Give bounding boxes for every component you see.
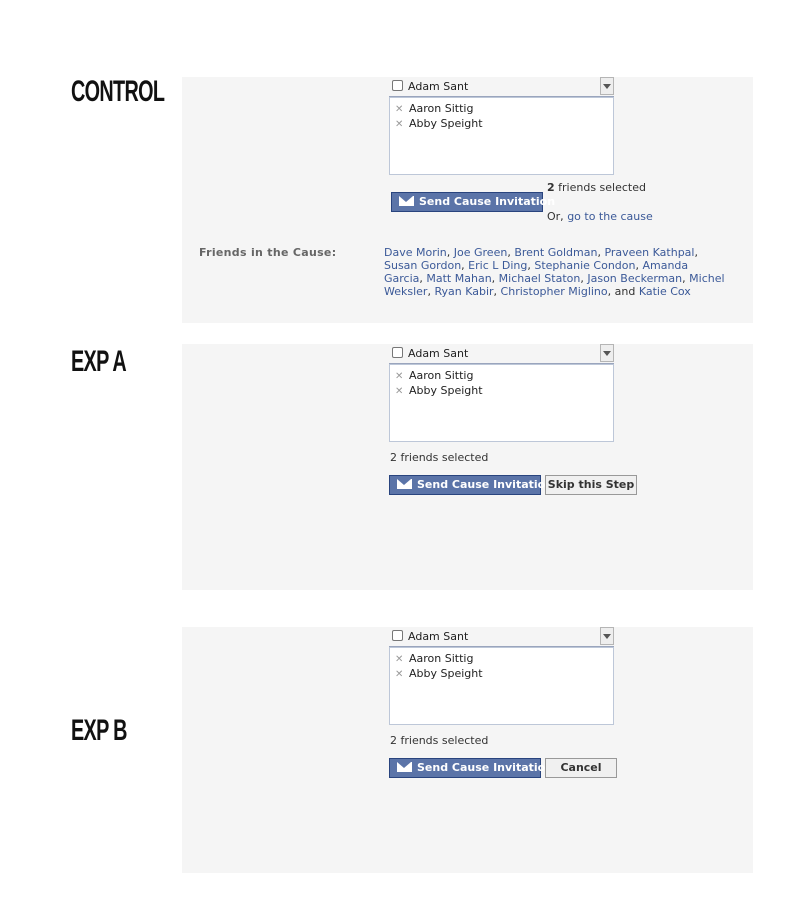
friends-in-cause-list: Dave Morin, Joe Green, Brent Goldman, Pr… [384, 246, 725, 298]
friend-link[interactable]: Eric L Ding [468, 259, 527, 272]
friends-selected-count: 2 friends selected [547, 181, 646, 194]
checkbox-icon[interactable] [392, 630, 403, 641]
variant-label-exp-a: EXP A [71, 345, 127, 378]
friend-selector: Adam Sant ✕ Aaron Sittig ✕ Abby Speight [389, 77, 614, 175]
friends-in-cause-label: Friends in the Cause: [199, 246, 337, 259]
friends-selected-count: 2 friends selected [390, 451, 489, 464]
and-word: and [614, 285, 636, 298]
list-item: ✕ Aaron Sittig [390, 101, 613, 116]
envelope-icon [397, 762, 412, 772]
remove-x-icon[interactable]: ✕ [390, 652, 409, 667]
selected-friends-list: ✕ Aaron Sittig ✕ Abby Speight [389, 364, 614, 442]
remove-x-icon[interactable]: ✕ [390, 102, 409, 117]
friend-link[interactable]: Matt Mahan [426, 272, 491, 285]
variant-label-control: CONTROL [71, 75, 165, 108]
friends-selected-count: 2 friends selected [390, 734, 489, 747]
friend-link[interactable]: Katie Cox [639, 285, 691, 298]
friend-link[interactable]: Dave Morin [384, 246, 447, 259]
selected-friends-list: ✕ Aaron Sittig ✕ Abby Speight [389, 647, 614, 725]
list-item: ✕ Abby Speight [390, 116, 613, 131]
friend-link[interactable]: Christopher Miglino [501, 285, 608, 298]
friend-link[interactable]: Brent Goldman [514, 246, 597, 259]
dropdown-name: Adam Sant [408, 80, 469, 93]
exp-b-panel: Adam Sant ✕ Aaron Sittig ✕ Abby Speight 2 … [182, 627, 753, 873]
send-invitation-button[interactable]: Send Cause Invitation [389, 475, 553, 495]
dropdown-name: Adam Sant [408, 630, 469, 643]
remove-x-icon[interactable]: ✕ [390, 369, 409, 384]
friend-selector: Adam Sant ✕ Aaron Sittig ✕ Abby Speight [389, 344, 614, 442]
list-item: ✕ Aaron Sittig [390, 651, 613, 666]
dropdown-name: Adam Sant [408, 347, 469, 360]
friend-dropdown[interactable]: Adam Sant [389, 77, 614, 97]
checkbox-icon[interactable] [392, 347, 403, 358]
friend-dropdown[interactable]: Adam Sant [389, 344, 614, 364]
dropdown-arrow-icon[interactable] [600, 344, 614, 362]
dropdown-arrow-icon[interactable] [600, 627, 614, 645]
remove-x-icon[interactable]: ✕ [390, 117, 409, 132]
friend-link[interactable]: Susan Gordon [384, 259, 461, 272]
variant-label-exp-b: EXP B [71, 714, 127, 747]
list-item: ✕ Abby Speight [390, 666, 613, 681]
remove-x-icon[interactable]: ✕ [390, 384, 409, 399]
friend-link[interactable]: Michael Staton [499, 272, 581, 285]
go-to-cause-line: Or, go to the cause [547, 210, 653, 223]
friend-link[interactable]: Stephanie Condon [534, 259, 635, 272]
friend-dropdown[interactable]: Adam Sant [389, 627, 614, 647]
list-item: ✕ Aaron Sittig [390, 368, 613, 383]
friend-link[interactable]: Praveen Kathpal [604, 246, 694, 259]
remove-x-icon[interactable]: ✕ [390, 667, 409, 682]
friend-link[interactable]: Jason Beckerman [587, 272, 682, 285]
control-panel: Adam Sant ✕ Aaron Sittig ✕ Abby Speight Se… [182, 77, 753, 323]
cancel-button[interactable]: Cancel [545, 758, 617, 778]
friend-link[interactable]: Joe Green [454, 246, 508, 259]
checkbox-icon[interactable] [392, 80, 403, 91]
exp-a-panel: Adam Sant ✕ Aaron Sittig ✕ Abby Speight 2 … [182, 344, 753, 590]
friend-selector: Adam Sant ✕ Aaron Sittig ✕ Abby Speight [389, 627, 614, 725]
selected-friends-list: ✕ Aaron Sittig ✕ Abby Speight [389, 97, 614, 175]
skip-step-button[interactable]: Skip this Step [545, 475, 637, 495]
envelope-icon [399, 196, 414, 206]
friend-link[interactable]: Ryan Kabir [434, 285, 493, 298]
go-to-cause-link[interactable]: go to the cause [567, 210, 653, 223]
envelope-icon [397, 479, 412, 489]
send-invitation-button[interactable]: Send Cause Invitation [389, 758, 553, 778]
send-invitation-button[interactable]: Send Cause Invitation [391, 192, 555, 212]
list-item: ✕ Abby Speight [390, 383, 613, 398]
dropdown-arrow-icon[interactable] [600, 77, 614, 95]
